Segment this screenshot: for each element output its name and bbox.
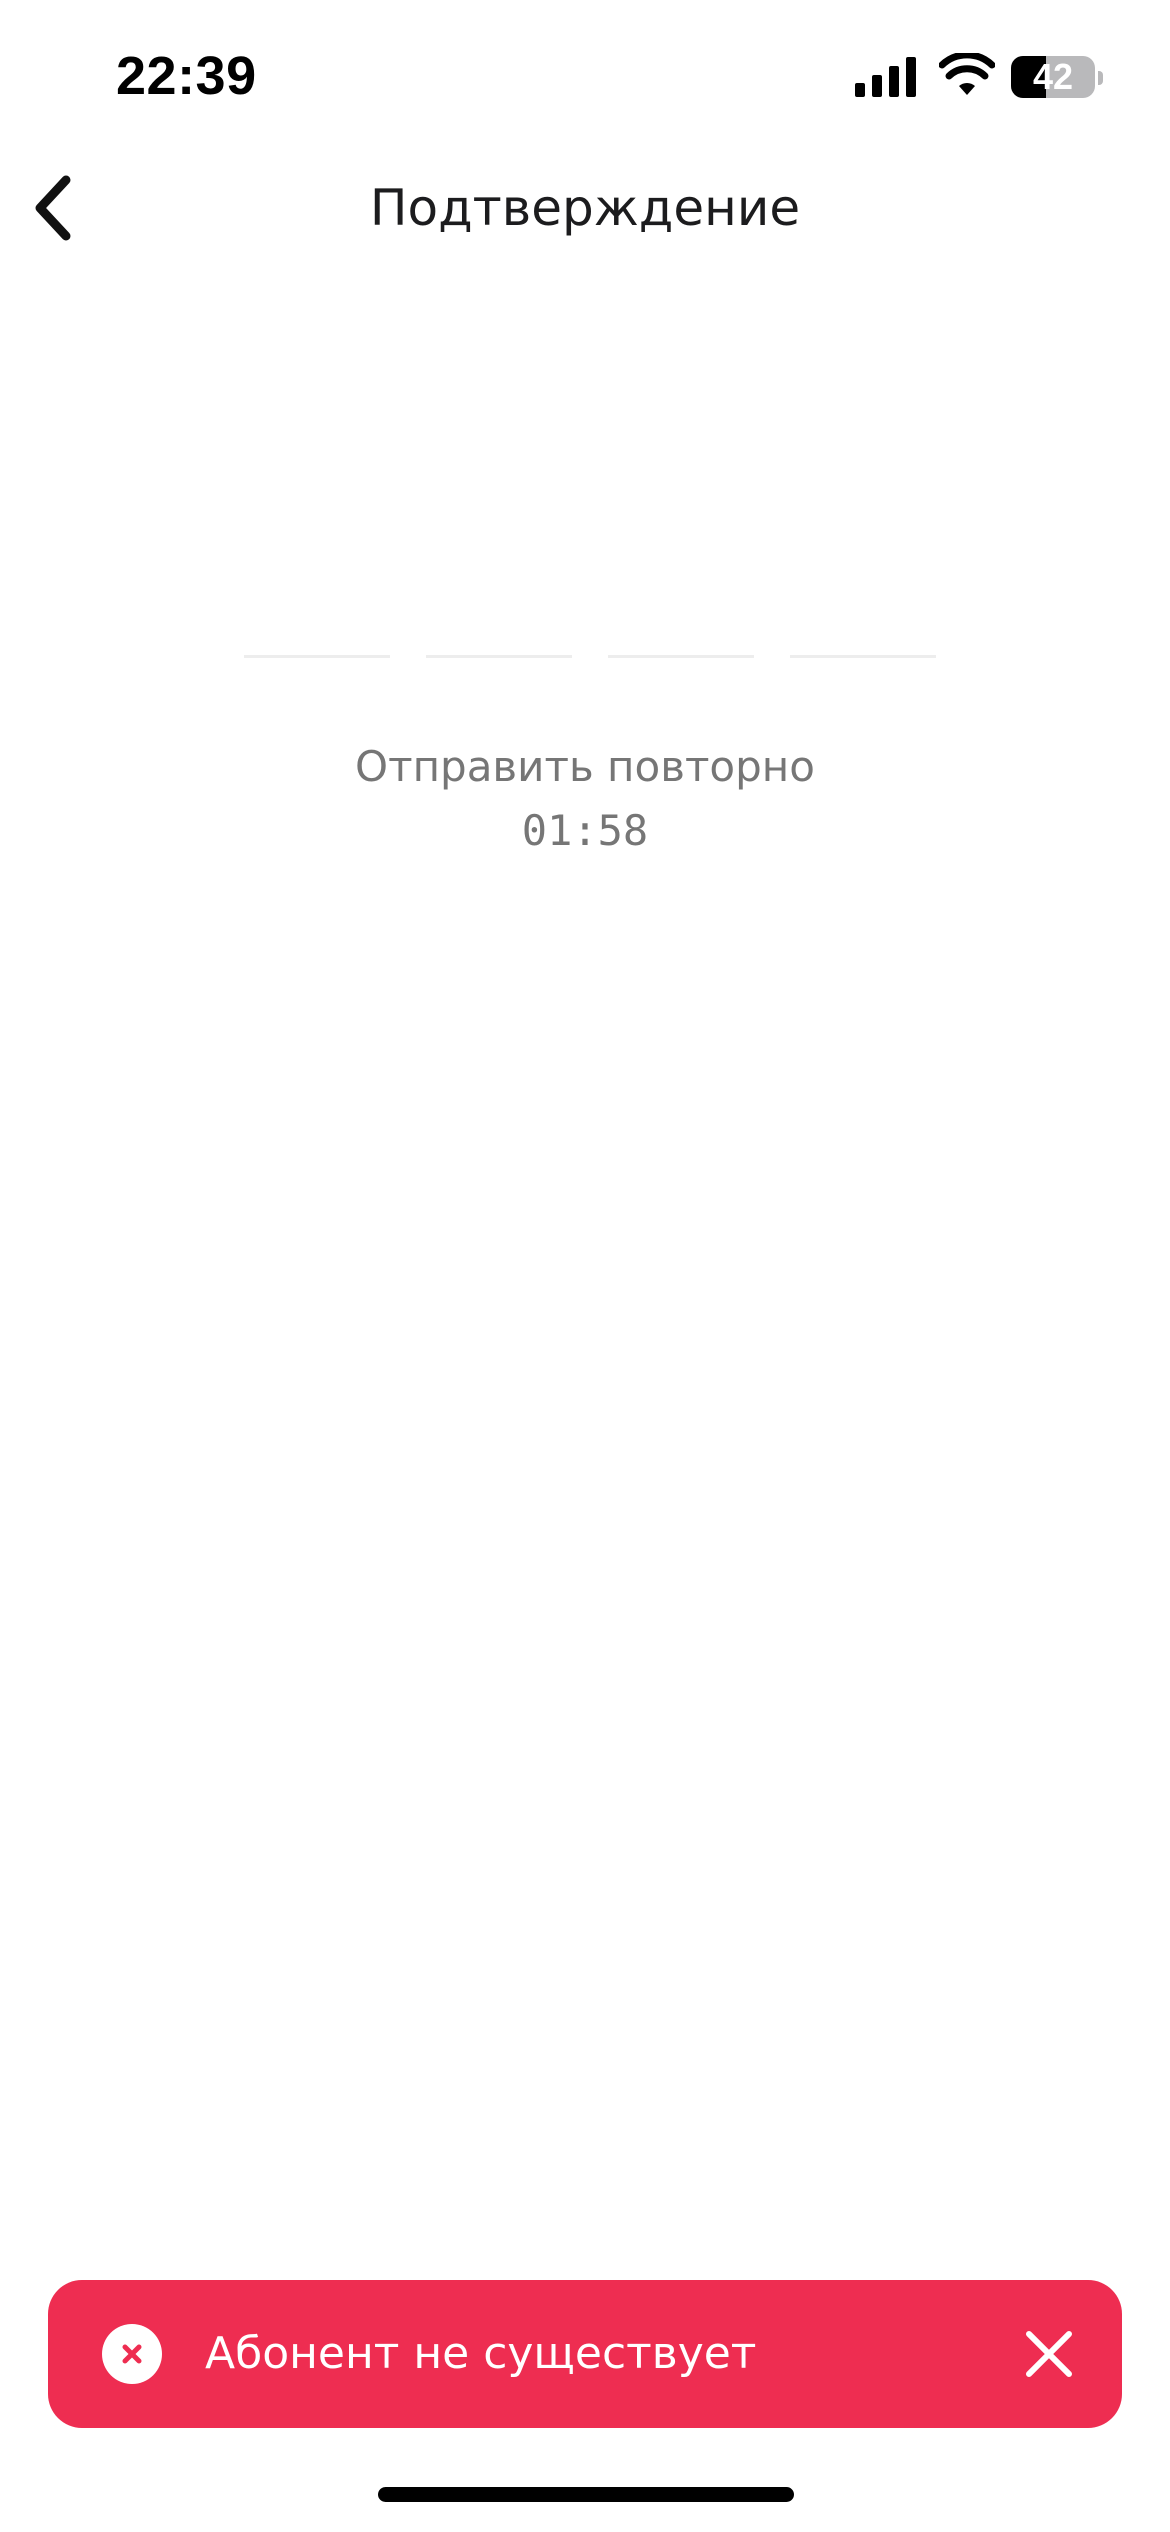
wifi-icon: [939, 53, 995, 95]
battery-cap: [1098, 71, 1103, 85]
error-toast: Абонент не существует: [48, 2280, 1122, 2428]
battery-icon: 42: [1011, 56, 1095, 98]
signal-icon: [855, 57, 916, 97]
code-digit-3[interactable]: [608, 600, 754, 658]
toast-message: Абонент не существует: [205, 2328, 757, 2379]
close-icon: [1026, 2331, 1072, 2377]
confirmation-screen: 22:39 42 Подтверждение Отправить повторн…: [0, 0, 1170, 2532]
resend-timer: 01:58: [521, 806, 649, 855]
resend-code-label: Отправить повторно: [355, 742, 815, 791]
code-digit-2[interactable]: [426, 600, 572, 658]
error-circle-icon: [102, 2324, 162, 2384]
code-digit-4[interactable]: [790, 600, 936, 658]
page-title: Подтверждение: [369, 179, 801, 237]
battery-level: 42: [1032, 56, 1074, 97]
home-indicator: [378, 2487, 794, 2502]
status-time: 22:39: [116, 46, 257, 106]
toast-close-button[interactable]: [1016, 2321, 1082, 2387]
code-digit-1[interactable]: [244, 600, 390, 658]
